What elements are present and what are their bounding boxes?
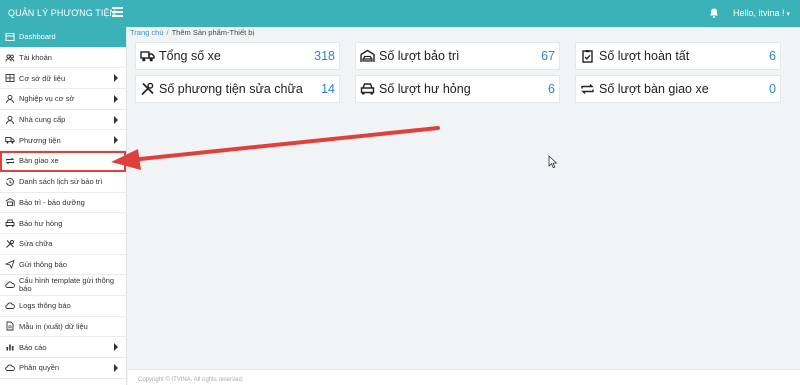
stat-value: 6 bbox=[548, 82, 555, 96]
page-footer: Copyright © ITVINA. All rights reserved. bbox=[128, 369, 800, 385]
stat-card-handover-count[interactable]: Số lượt bàn giao xe 0 bbox=[575, 75, 781, 103]
sidebar: Dashboard Tài khoản Cơ sở dữ liệu Nghiệp… bbox=[0, 27, 127, 385]
truck-icon bbox=[5, 137, 15, 144]
stat-label: Số lượt bảo trì bbox=[379, 49, 460, 63]
sidebar-item-label: Bàn giao xe bbox=[19, 156, 59, 166]
stat-label: Số lượt hoàn tất bbox=[599, 49, 690, 63]
car-front-icon bbox=[5, 219, 15, 227]
dashboard-icon bbox=[5, 32, 15, 41]
sidebar-item-label: Cơ sở dữ liệu bbox=[19, 73, 66, 83]
garage-icon bbox=[5, 198, 15, 207]
chart-icon bbox=[6, 344, 14, 351]
chevron-right-icon bbox=[114, 343, 118, 352]
user-icon bbox=[6, 115, 14, 124]
sidebar-item-maintenance[interactable]: Bảo trì - bảo dưỡng bbox=[0, 193, 126, 214]
stat-value: 318 bbox=[314, 49, 335, 63]
sidebar-item-accounts[interactable]: Tài khoản bbox=[0, 48, 126, 69]
hamburger-icon[interactable] bbox=[112, 7, 123, 18]
breadcrumb: Trang chủ / Thêm Sản phẩm-Thiết bị bbox=[130, 27, 254, 38]
sidebar-item-label: Sửa chữa bbox=[19, 239, 53, 249]
stat-card-completed-count[interactable]: Số lượt hoàn tất 6 bbox=[575, 42, 781, 70]
sidebar-item-vehicles[interactable]: Phương tiện bbox=[0, 130, 126, 152]
clipboard-check-icon bbox=[582, 50, 593, 63]
sidebar-item-base-operations[interactable]: Nghiệp vụ cơ sở bbox=[0, 89, 126, 110]
sidebar-item-label: Báo hư hỏng bbox=[19, 218, 63, 228]
table-icon bbox=[5, 74, 15, 83]
sidebar-item-label: Bảo trì - bảo dưỡng bbox=[19, 197, 85, 207]
sidebar-item-vehicle-handover[interactable]: Bàn giao xe bbox=[0, 151, 126, 172]
cloud-icon bbox=[5, 281, 15, 289]
bell-icon[interactable] bbox=[707, 6, 721, 20]
chevron-right-icon bbox=[114, 74, 118, 83]
breadcrumb-home-link[interactable]: Trang chủ bbox=[130, 28, 164, 37]
breadcrumb-current: Thêm Sản phẩm-Thiết bị bbox=[171, 28, 255, 37]
sidebar-item-notification-template[interactable]: Cấu hình template gửi thông báo bbox=[0, 275, 126, 296]
stat-card-total-vehicles[interactable]: Tổng số xe 318 bbox=[135, 42, 340, 70]
chevron-right-icon bbox=[114, 136, 118, 145]
sidebar-item-print-templates[interactable]: Mẫu in (xuất) dữ liệu bbox=[0, 317, 126, 338]
sidebar-item-permissions[interactable]: Phân quyền bbox=[0, 358, 126, 379]
cloud-icon bbox=[5, 364, 15, 371]
breadcrumb-separator: / bbox=[166, 28, 169, 37]
sidebar-item-label: Cấu hình template gửi thông báo bbox=[19, 276, 115, 294]
stat-card-damage-count[interactable]: Số lượt hư hỏng 6 bbox=[355, 75, 560, 103]
sidebar-item-send-notification[interactable]: Gửi thông báo bbox=[0, 255, 126, 276]
stat-label: Số phương tiện sửa chữa bbox=[159, 82, 303, 96]
truck-icon bbox=[140, 51, 155, 62]
stat-label: Tổng số xe bbox=[159, 49, 221, 63]
chevron-right-icon bbox=[114, 363, 118, 372]
history-icon bbox=[6, 177, 14, 186]
sidebar-item-dashboard[interactable]: Dashboard bbox=[0, 27, 126, 48]
stat-value: 0 bbox=[769, 82, 776, 96]
sidebar-item-database[interactable]: Cơ sở dữ liệu bbox=[0, 68, 126, 90]
sidebar-item-maintenance-history[interactable]: Danh sách lịch sử bảo trì bbox=[0, 172, 126, 193]
stat-label: Số lượt bàn giao xe bbox=[599, 82, 709, 96]
sidebar-item-label: Nhà cung cấp bbox=[19, 115, 66, 125]
exchange-icon bbox=[5, 157, 15, 165]
tools-icon bbox=[6, 239, 14, 248]
cloud-icon bbox=[5, 302, 15, 309]
sidebar-item-suppliers[interactable]: Nhà cung cấp bbox=[0, 110, 126, 131]
user-greeting: Hello, itvina ! bbox=[733, 8, 785, 18]
sidebar-item-label: Gửi thông báo bbox=[19, 259, 67, 269]
exchange-icon bbox=[581, 84, 594, 94]
mouse-cursor-icon bbox=[548, 155, 558, 169]
sidebar-item-repair[interactable]: Sửa chữa bbox=[0, 234, 126, 255]
stat-card-maintenance-count[interactable]: Số lượt bảo trì 67 bbox=[355, 42, 560, 70]
users-icon bbox=[5, 53, 15, 62]
sidebar-item-label: Logs thông báo bbox=[19, 301, 71, 311]
tools-icon bbox=[141, 82, 154, 96]
chevron-right-icon bbox=[114, 115, 118, 124]
sidebar-item-label: Phân quyền bbox=[19, 363, 60, 373]
caret-down-icon: ▾ bbox=[786, 11, 791, 18]
document-icon bbox=[6, 322, 14, 331]
chevron-right-icon bbox=[114, 94, 118, 103]
garage-icon bbox=[360, 49, 375, 62]
sidebar-item-label: Nghiệp vụ cơ sở bbox=[19, 94, 75, 104]
stat-value: 14 bbox=[321, 82, 335, 96]
sidebar-item-label: Danh sách lịch sử bảo trì bbox=[19, 177, 103, 187]
user-icon bbox=[6, 94, 14, 104]
sidebar-item-label: Dashboard bbox=[19, 32, 56, 42]
sidebar-item-label: Mẫu in (xuất) dữ liệu bbox=[19, 321, 88, 331]
paper-plane-icon bbox=[5, 260, 15, 270]
top-navbar: QUẢN LÝ PHƯƠNG TIỆN Hello, itvina ! ▾ bbox=[0, 0, 800, 27]
stat-value: 67 bbox=[541, 49, 555, 63]
sidebar-item-damage-report[interactable]: Báo hư hỏng bbox=[0, 213, 126, 234]
stat-label: Số lượt hư hỏng bbox=[379, 82, 471, 96]
sidebar-item-reports[interactable]: Báo cáo bbox=[0, 337, 126, 358]
stat-value: 6 bbox=[769, 49, 776, 63]
sidebar-item-label: Tài khoản bbox=[19, 53, 52, 63]
car-front-icon bbox=[360, 83, 375, 95]
sidebar-item-notification-logs[interactable]: Logs thông báo bbox=[0, 296, 126, 317]
app-title[interactable]: QUẢN LÝ PHƯƠNG TIỆN bbox=[0, 0, 127, 27]
user-menu[interactable]: Hello, itvina ! ▾ bbox=[733, 0, 790, 27]
sidebar-item-label: Phương tiện bbox=[19, 135, 61, 145]
stat-card-vehicles-in-repair[interactable]: Số phương tiện sửa chữa 14 bbox=[135, 75, 340, 103]
sidebar-item-label: Báo cáo bbox=[19, 342, 47, 352]
